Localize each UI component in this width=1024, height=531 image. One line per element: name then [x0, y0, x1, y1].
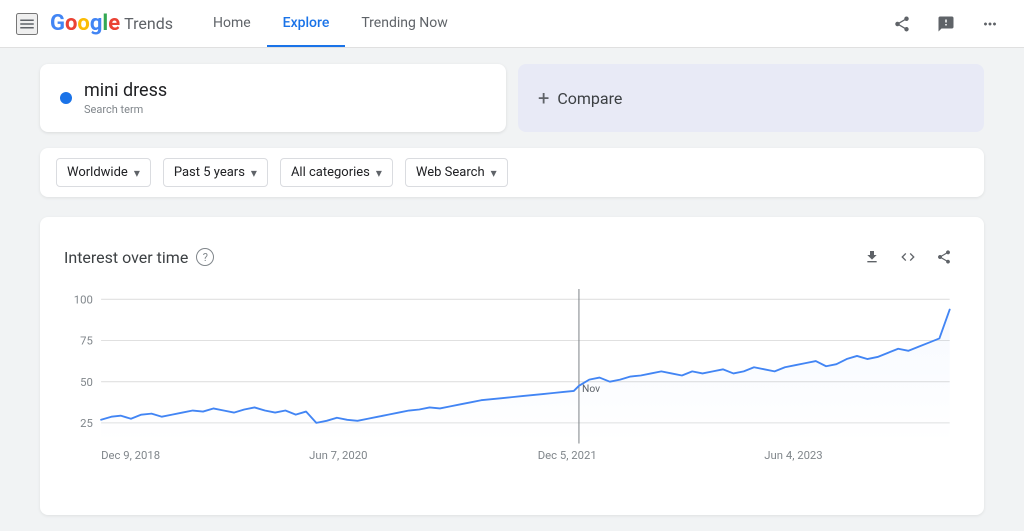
chart-title: Interest over time — [64, 248, 188, 267]
nav-trending[interactable]: Trending Now — [345, 1, 463, 47]
search-term-text: mini dress — [84, 80, 167, 101]
interest-chart: 100 75 50 25 Nov Dec 9, 2018 Jun 7, 202 — [64, 289, 960, 495]
search-text-group: mini dress Search term — [84, 80, 167, 116]
category-chevron-icon: ▾ — [376, 166, 382, 180]
search-section: mini dress Search term + Compare — [40, 64, 984, 132]
filter-row: Worldwide ▾ Past 5 years ▾ All categorie… — [40, 148, 984, 197]
x-label-1: Dec 9, 2018 — [101, 448, 160, 462]
app-header: G o o g l e Trends Home Explore Trending… — [0, 0, 1024, 48]
search-term-sub: Search term — [84, 103, 167, 116]
chart-title-group: Interest over time ? — [64, 248, 214, 267]
compare-card[interactable]: + Compare — [518, 64, 984, 132]
chart-container: 100 75 50 25 Nov Dec 9, 2018 Jun 7, 202 — [64, 289, 960, 499]
chart-section: Interest over time ? — [40, 217, 984, 515]
compare-label: Compare — [557, 89, 622, 108]
menu-button[interactable] — [16, 13, 38, 35]
y-label-100: 100 — [74, 292, 93, 306]
category-filter-label: All categories — [291, 165, 370, 180]
search-type-filter-label: Web Search — [416, 165, 485, 180]
x-label-3: Dec 5, 2021 — [538, 448, 597, 462]
feedback-button[interactable] — [928, 6, 964, 42]
chart-area-fill — [101, 310, 950, 444]
apps-button[interactable] — [972, 6, 1008, 42]
chart-share-button[interactable] — [928, 241, 960, 273]
search-type-chevron-icon: ▾ — [491, 166, 497, 180]
x-label-4: Jun 4, 2023 — [764, 448, 822, 462]
time-filter-label: Past 5 years — [174, 165, 245, 180]
region-filter-label: Worldwide — [67, 165, 128, 180]
y-label-75: 75 — [80, 334, 93, 348]
header-actions — [884, 6, 1008, 42]
time-chevron-icon: ▾ — [251, 166, 257, 180]
y-label-50: 50 — [80, 375, 93, 389]
chart-help-button[interactable]: ? — [196, 248, 214, 266]
y-label-25: 25 — [80, 416, 93, 430]
chart-actions — [856, 241, 960, 273]
search-term-dot — [60, 92, 72, 104]
region-chevron-icon: ▾ — [134, 166, 140, 180]
trends-wordmark: Trends — [124, 14, 173, 33]
region-filter[interactable]: Worldwide ▾ — [56, 158, 151, 187]
google-trends-logo[interactable]: G o o g l e Trends — [50, 11, 173, 36]
share-button[interactable] — [884, 6, 920, 42]
search-type-filter[interactable]: Web Search ▾ — [405, 158, 508, 187]
compare-plus-icon: + — [538, 86, 549, 110]
x-label-2: Jun 7, 2020 — [309, 448, 367, 462]
download-button[interactable] — [856, 241, 888, 273]
main-content: mini dress Search term + Compare Worldwi… — [0, 48, 1024, 531]
search-term-card: mini dress Search term — [40, 64, 506, 132]
main-nav: Home Explore Trending Now — [197, 1, 884, 47]
chart-header: Interest over time ? — [64, 241, 960, 273]
nav-home[interactable]: Home — [197, 1, 267, 47]
nav-explore[interactable]: Explore — [267, 1, 346, 47]
embed-button[interactable] — [892, 241, 924, 273]
time-filter[interactable]: Past 5 years ▾ — [163, 158, 268, 187]
category-filter[interactable]: All categories ▾ — [280, 158, 393, 187]
